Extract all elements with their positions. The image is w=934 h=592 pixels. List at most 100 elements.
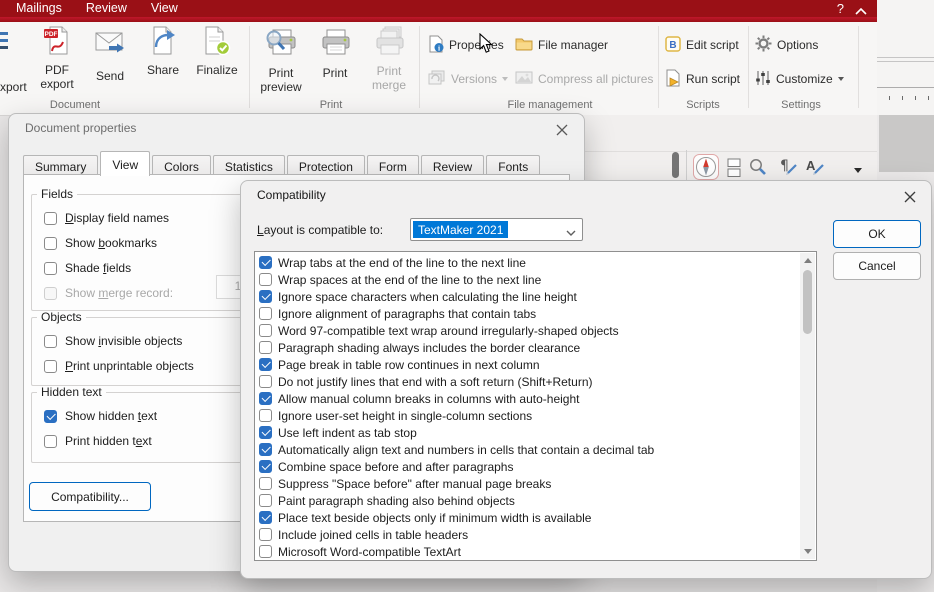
print-preview-button[interactable]: Printpreview (252, 25, 310, 103)
scrollbar-thumb[interactable] (672, 152, 679, 178)
checkbox[interactable] (259, 443, 272, 456)
checkbox[interactable] (44, 335, 57, 348)
compat-option-row[interactable]: Include joined cells in table headers (255, 526, 816, 543)
file-manager-button[interactable]: File manager (515, 34, 608, 56)
checkbox-row[interactable]: Print hidden text (44, 431, 266, 451)
checkbox[interactable] (44, 435, 57, 448)
compat-option-row[interactable]: Do not justify lines that end with a sof… (255, 373, 816, 390)
checkbox[interactable] (259, 511, 272, 524)
ribbon-separator (658, 26, 659, 108)
checkbox-row[interactable]: Show hidden text (44, 406, 266, 426)
compat-option-row[interactable]: Combine space before and after paragraph… (255, 458, 816, 475)
compat-option-row[interactable]: Paint paragraph shading also behind obje… (255, 492, 816, 509)
compat-options-list[interactable]: Wrap tabs at the end of the line to the … (254, 251, 817, 561)
ribbon-tab-view[interactable]: View (139, 0, 190, 17)
scrollbar[interactable] (800, 253, 815, 559)
checkbox[interactable] (259, 528, 272, 541)
checkbox[interactable] (44, 360, 57, 373)
compat-option-row[interactable]: Ignore alignment of paragraphs that cont… (255, 305, 816, 322)
checkbox[interactable] (259, 494, 272, 507)
checkbox[interactable] (259, 545, 272, 558)
toolbar-more-button[interactable] (854, 162, 862, 176)
print-merge-button[interactable]: Printmerge (363, 25, 415, 103)
checkbox[interactable] (259, 409, 272, 422)
print-button[interactable]: Print (309, 25, 361, 103)
ribbon-group-scripts: Scripts (663, 99, 743, 111)
checkbox[interactable] (259, 426, 272, 439)
checkbox-row[interactable]: Display field names (44, 208, 266, 228)
compat-option-row[interactable]: Paragraph shading always includes the bo… (255, 339, 816, 356)
scrollbar-thumb[interactable] (803, 270, 812, 334)
versions-button[interactable]: Versions (428, 68, 508, 90)
checkbox[interactable] (259, 375, 272, 388)
finalize-button[interactable]: Finalize (191, 25, 243, 103)
checkbox[interactable] (259, 477, 272, 490)
compat-option-row[interactable]: Use left indent as tab stop (255, 424, 816, 441)
fields-group: Fields Display field names Show bookmark… (31, 187, 267, 311)
compat-option-row[interactable]: Wrap tabs at the end of the line to the … (255, 254, 816, 271)
checkbox[interactable] (259, 256, 272, 269)
checkbox[interactable] (44, 212, 57, 225)
checkbox[interactable] (259, 273, 272, 286)
compat-option-row[interactable]: Automatically align text and numbers in … (255, 441, 816, 458)
checkbox[interactable] (44, 262, 57, 275)
compatibility-button[interactable]: Compatibility... (29, 482, 151, 511)
ribbon-tab-mailings[interactable]: Mailings (4, 0, 74, 17)
layout-compatible-select[interactable]: TextMaker 2021 (410, 218, 583, 241)
checkbox[interactable] (259, 324, 272, 337)
checkbox-row[interactable]: Show invisible objects (44, 331, 266, 351)
compat-option-row[interactable]: Suppress "Space before" after manual pag… (255, 475, 816, 492)
ruler-tick (902, 96, 903, 100)
search-icon[interactable] (749, 158, 767, 179)
help-icon[interactable]: ? (837, 0, 844, 17)
navigation-compass-icon[interactable] (693, 154, 719, 183)
character-format-icon[interactable]: A (804, 155, 826, 180)
hidden-text-group: Hidden text Show hidden text Print hidde… (31, 385, 267, 463)
compat-option-row[interactable]: Allow manual column breaks in columns wi… (255, 390, 816, 407)
checkbox[interactable] (259, 392, 272, 405)
scroll-down-icon[interactable] (804, 549, 812, 554)
chevron-down-icon (838, 77, 844, 81)
checkbox[interactable] (259, 341, 272, 354)
cancel-button[interactable]: Cancel (833, 252, 921, 280)
compat-option-row[interactable]: Microsoft Word-compatible TextArt (255, 543, 816, 560)
compat-option-label: Allow manual column breaks in columns wi… (278, 392, 579, 406)
checkbox[interactable] (44, 237, 57, 250)
send-button[interactable]: Send (84, 25, 136, 103)
compat-option-row[interactable]: Ignore user-set height in single-column … (255, 407, 816, 424)
ribbon-tab-review[interactable]: Review (74, 0, 139, 17)
run-script-icon (665, 69, 681, 90)
panes-icon[interactable] (727, 158, 741, 181)
options-button[interactable]: Options (755, 34, 818, 56)
compat-option-row[interactable]: Word 97-compatible text wrap around irre… (255, 322, 816, 339)
pdf-export-button[interactable]: PDF PDFexport (31, 25, 83, 103)
checkbox[interactable] (259, 307, 272, 320)
tab-view[interactable]: View (100, 151, 150, 176)
checkbox[interactable] (259, 358, 272, 371)
checkbox[interactable] (259, 460, 272, 473)
compat-option-label: Microsoft Word-compatible TextArt (278, 545, 461, 559)
checkbox[interactable] (259, 290, 272, 303)
run-script-button[interactable]: Run script (665, 68, 740, 90)
paragraph-format-icon[interactable]: ¶ (777, 155, 799, 180)
share-button[interactable]: Share (137, 25, 189, 103)
compat-option-label: Paragraph shading always includes the bo… (278, 341, 580, 355)
ok-button[interactable]: OK (833, 220, 921, 248)
checkbox[interactable] (44, 410, 57, 423)
scroll-up-icon[interactable] (804, 258, 812, 263)
compat-option-row[interactable]: Ignore space characters when calculating… (255, 288, 816, 305)
close-icon[interactable] (904, 191, 916, 203)
chevron-down-icon (502, 77, 508, 81)
checkbox-row[interactable]: Show bookmarks (44, 233, 266, 253)
edit-script-button[interactable]: B Edit script (665, 34, 739, 56)
compress-all-pictures-button[interactable]: Compress all pictures (515, 68, 653, 90)
checkbox-row[interactable]: Print unprintable objects (44, 356, 266, 376)
close-icon[interactable] (556, 124, 568, 136)
compat-option-row[interactable]: Wrap spaces at the end of the line to th… (255, 271, 816, 288)
customize-button[interactable]: Customize (755, 68, 844, 90)
export-button[interactable]: xport (0, 80, 27, 94)
compress-pictures-icon (515, 70, 533, 88)
compat-option-row[interactable]: Page break in table row continues in nex… (255, 356, 816, 373)
compat-option-label: Ignore space characters when calculating… (278, 290, 577, 304)
compat-option-row[interactable]: Place text beside objects only if minimu… (255, 509, 816, 526)
